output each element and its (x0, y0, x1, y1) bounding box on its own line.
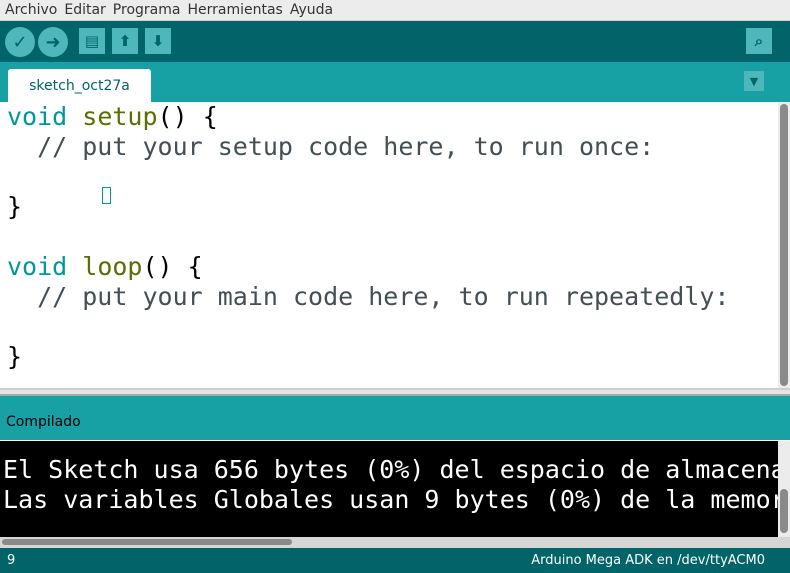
status-bar: 9 Arduino Mega ADK en /dev/ttyACM0 (0, 548, 790, 573)
tab-sketch[interactable]: sketch_oct27a (8, 69, 151, 102)
status-message: Compilado (6, 414, 81, 430)
new-button[interactable]: ▤ (79, 28, 105, 54)
editor-scrollbar[interactable] (778, 102, 790, 388)
code-line: void setup() { (7, 102, 778, 132)
text-cursor (102, 187, 111, 204)
console-horizontal-scrollbar[interactable] (0, 537, 790, 548)
scrollbar-thumb[interactable] (780, 104, 788, 386)
console-line: El Sketch usa 656 bytes (0%) del espacio… (3, 455, 778, 484)
upload-button[interactable]: ➜ (38, 27, 68, 57)
arrow-up-icon: ⬆ (118, 32, 132, 50)
code-text: () { (142, 252, 203, 281)
tab-bar: sketch_oct27a ▼ (0, 62, 790, 102)
keyword: void (7, 102, 68, 131)
keyword: void (7, 252, 68, 281)
open-button[interactable]: ⬆ (112, 28, 138, 54)
board-port-info: Arduino Mega ADK en /dev/ttyACM0 (531, 553, 765, 568)
arrow-right-icon: ➜ (45, 31, 61, 53)
console-line: Las variables Globales usan 9 bytes (0%)… (3, 485, 778, 514)
code-line: } (7, 192, 23, 221)
check-icon: ✓ (12, 31, 28, 53)
code-line: // put your main code here, to run repea… (7, 282, 730, 311)
function-name: setup (82, 102, 158, 131)
code-text: () { (157, 102, 218, 131)
menu-herramientas[interactable]: Herramientas (187, 2, 282, 18)
line-number: 9 (7, 553, 16, 568)
scrollbar-thumb[interactable] (2, 539, 292, 545)
magnifier-icon: ⌕ (754, 32, 764, 50)
code-line: // put your setup code here, to run once… (7, 132, 655, 161)
verify-button[interactable]: ✓ (5, 27, 35, 57)
console-output: El Sketch usa 656 bytes (0%) del espacio… (0, 441, 778, 537)
code-line: void loop() { (7, 252, 778, 282)
arrow-down-icon: ⬇ (151, 32, 165, 50)
console-vertical-scrollbar[interactable] (778, 441, 790, 537)
menu-bar: Archivo Editar Programa Herramientas Ayu… (0, 0, 790, 21)
split-divider[interactable] (0, 388, 790, 396)
new-file-icon: ▤ (84, 32, 100, 50)
chevron-down-icon: ▼ (749, 74, 759, 88)
function-name: loop (82, 252, 143, 281)
console-status: Compilado (0, 396, 790, 440)
tab-menu-button[interactable]: ▼ (744, 71, 764, 91)
serial-monitor-button[interactable]: ⌕ (746, 28, 772, 54)
save-button[interactable]: ⬇ (145, 28, 171, 54)
tab-label: sketch_oct27a (29, 77, 130, 94)
menu-programa[interactable]: Programa (113, 2, 181, 18)
toolbar: ✓ ➜ ▤ ⬆ ⬇ ⌕ (0, 21, 790, 62)
scrollbar-thumb[interactable] (780, 489, 788, 533)
menu-archivo[interactable]: Archivo (5, 2, 57, 18)
menu-ayuda[interactable]: Ayuda (290, 2, 333, 18)
code-line: } (7, 342, 23, 371)
code-editor[interactable]: void setup() { // put your setup code he… (0, 102, 778, 388)
menu-editar[interactable]: Editar (64, 2, 105, 18)
